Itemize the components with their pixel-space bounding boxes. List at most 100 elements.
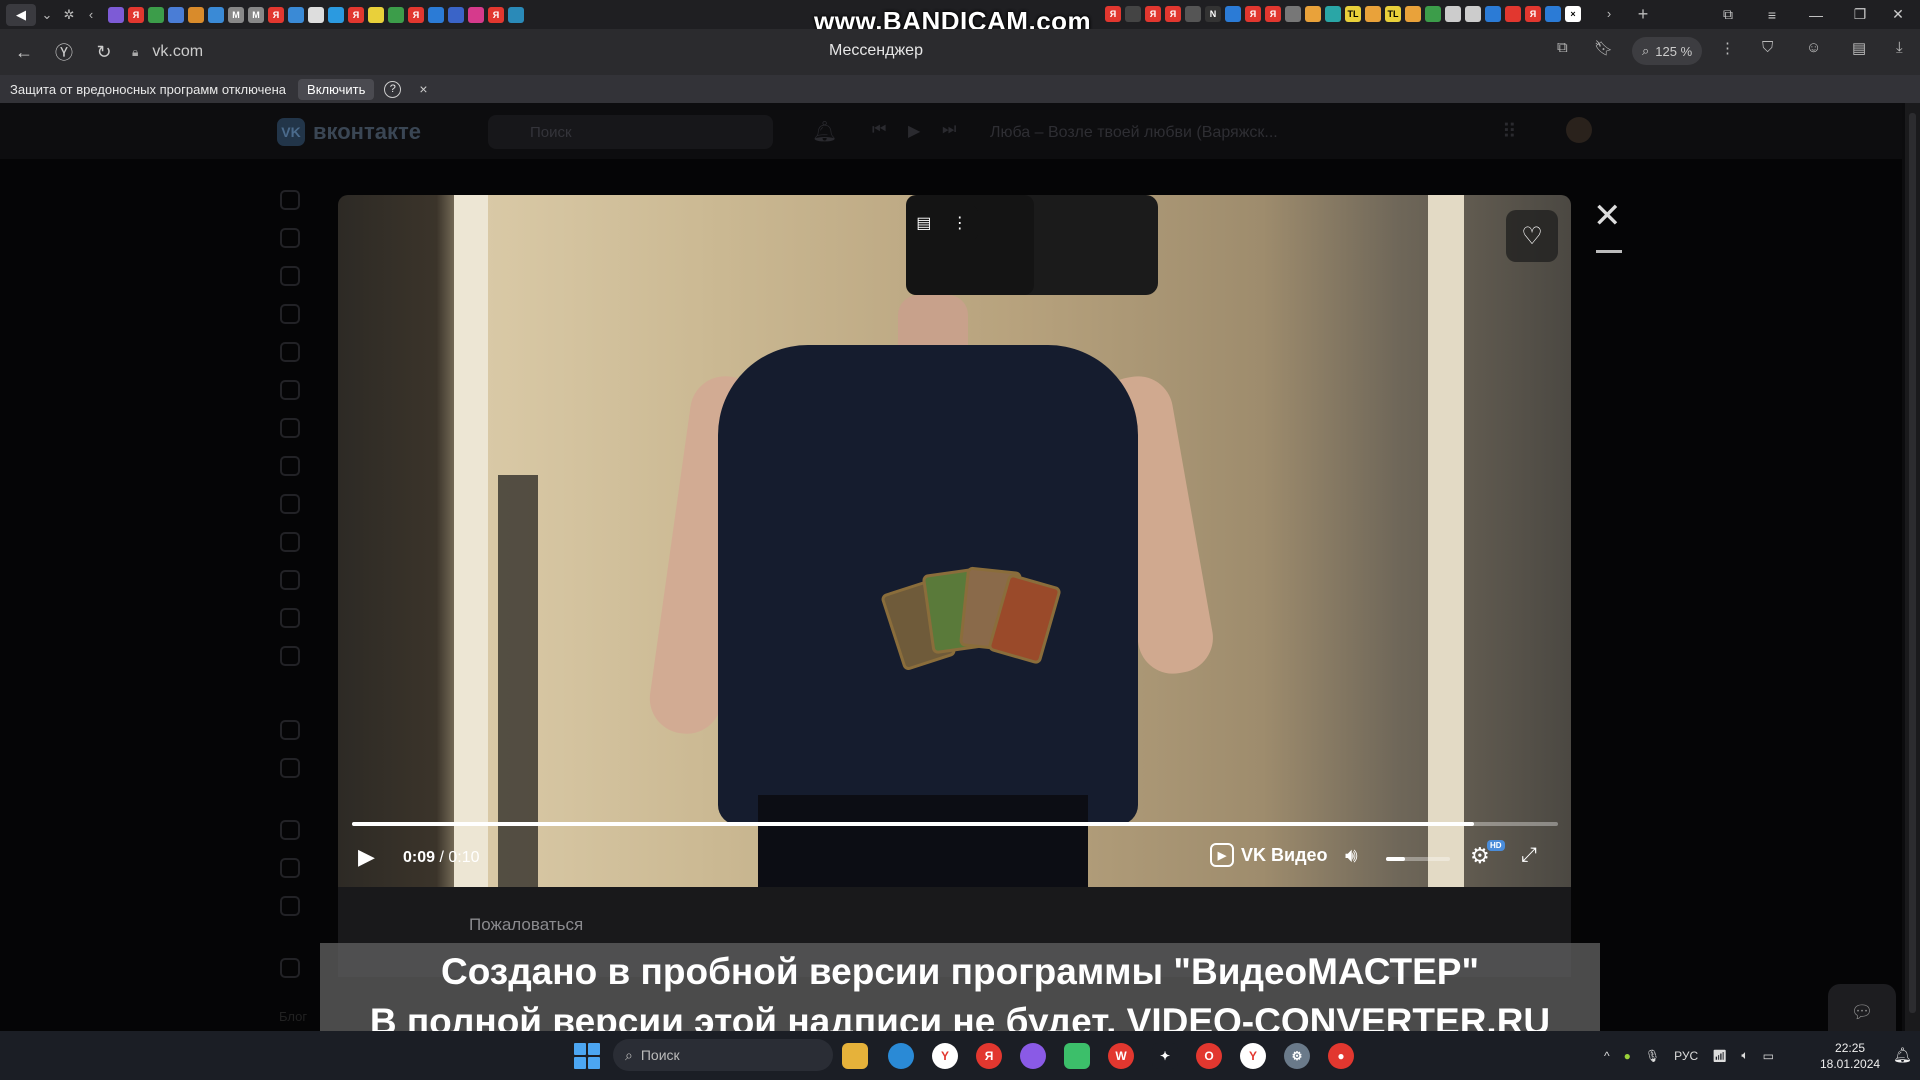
tab-icon[interactable]: Я <box>1105 6 1121 22</box>
tab-icon[interactable] <box>168 6 184 23</box>
windows-start-icon[interactable] <box>574 1043 600 1069</box>
yandex-browser-active-icon[interactable]: Y <box>1240 1043 1266 1069</box>
tab-icon[interactable]: Я <box>128 6 144 23</box>
tab-icon[interactable]: Я <box>488 6 504 23</box>
play-track-icon[interactable]: ▶ <box>908 121 920 141</box>
tab-icon[interactable] <box>1485 6 1501 22</box>
yandex-icon[interactable]: Я <box>976 1043 1002 1069</box>
tab-icon[interactable] <box>308 6 324 23</box>
tab-icon[interactable] <box>148 6 164 23</box>
tab-icon[interactable] <box>108 6 124 23</box>
tab-icon[interactable] <box>1225 6 1241 22</box>
download-icon[interactable]: ⤓ <box>1896 39 1903 56</box>
tab-icon[interactable] <box>388 6 404 23</box>
wifi-icon[interactable]: 📶︎ <box>1712 1049 1727 1063</box>
microphone-icon[interactable]: 🎙︎ <box>1645 1049 1660 1063</box>
play-icon[interactable]: ▶ <box>358 844 375 870</box>
close-modal-icon[interactable]: ✕ <box>1593 196 1622 236</box>
enable-protection-button[interactable]: Включить <box>298 78 375 100</box>
figma-icon[interactable]: ✦ <box>1152 1043 1178 1069</box>
tab-icon[interactable]: N <box>1205 6 1221 22</box>
volume-icon[interactable]: 🔊︎ <box>1345 845 1358 868</box>
zoom-indicator[interactable]: ⌕ 125 % <box>1632 37 1703 65</box>
tabs-scroll-left-icon[interactable]: ‹ <box>80 7 102 22</box>
next-track-icon[interactable]: ⏭ <box>942 121 956 139</box>
active-tab-icon[interactable] <box>1545 6 1561 22</box>
fullscreen-icon[interactable]: ⤢ <box>1521 844 1537 867</box>
subtitles-icon[interactable]: ▤ <box>916 213 931 233</box>
help-icon[interactable]: ? <box>384 80 402 98</box>
tab-icon[interactable]: M <box>248 6 264 23</box>
tab-icon[interactable]: Я <box>1245 6 1261 22</box>
new-tab-icon[interactable]: + <box>1632 4 1654 25</box>
language-indicator[interactable]: РУС <box>1674 1049 1698 1063</box>
openai-icon[interactable]: ✲ <box>58 7 80 23</box>
tray-app-icon[interactable]: ● <box>1624 1049 1631 1063</box>
vk-video-link[interactable]: ▶ VK Видео <box>1210 843 1328 867</box>
avatar-extension-icon[interactable]: ☺ <box>1806 39 1821 56</box>
minimize-icon[interactable]: — <box>1794 0 1838 29</box>
page-scrollbar[interactable] <box>1905 103 1920 1031</box>
notification-bell-icon[interactable]: 🔔︎ <box>1893 1046 1912 1064</box>
tab-icon[interactable] <box>448 6 464 23</box>
tab-icon[interactable] <box>1505 6 1521 22</box>
tab-icon[interactable] <box>468 6 484 23</box>
bookmark-icon[interactable]: 🔖︎ <box>1594 39 1613 57</box>
tab-icon[interactable]: Я <box>1265 6 1281 22</box>
share-icon[interactable]: ⧉ <box>1557 39 1568 56</box>
tab-icon[interactable]: M <box>228 6 244 23</box>
tab-icon[interactable] <box>1305 6 1321 22</box>
progress-bar[interactable] <box>352 822 1558 826</box>
tab-icon[interactable] <box>1445 6 1461 22</box>
more-vertical-icon[interactable]: ⋮ <box>952 213 968 233</box>
close-window-icon[interactable]: ✕ <box>1876 0 1920 29</box>
taskbar-search-input[interactable]: ⌕ Поиск <box>613 1039 833 1071</box>
tab-icon[interactable]: Я <box>348 6 364 23</box>
apps-grid-icon[interactable]: ⠿ <box>1502 119 1517 144</box>
minimize-modal-icon[interactable] <box>1596 250 1622 253</box>
tab-icon[interactable] <box>1285 6 1301 22</box>
tab-icon[interactable]: Я <box>408 6 424 23</box>
now-playing[interactable]: Люба – Возле твоей любви (Варяжск... <box>990 124 1278 142</box>
close-icon[interactable]: × <box>419 81 427 97</box>
speaker-tray-icon[interactable]: 🔈︎ <box>1741 1048 1748 1063</box>
battery-icon[interactable]: ▭ <box>1763 1049 1774 1063</box>
tab-icon[interactable] <box>428 6 444 23</box>
tab-icon[interactable] <box>1365 6 1381 22</box>
like-button[interactable]: ♡ <box>1506 210 1558 262</box>
video-frame[interactable]: ▤ ⋮ ♡ ▶ 0:09 / 0:10 ▶ VK Видео 🔊︎ ⚙ HD ⤢ <box>338 195 1571 887</box>
tab-icon[interactable] <box>368 6 384 23</box>
edge-icon[interactable] <box>888 1043 914 1069</box>
clock[interactable]: 22:25 18.01.2024 <box>1820 1040 1880 1072</box>
complain-link[interactable]: Пожаловаться <box>469 915 583 935</box>
menu-icon[interactable]: ≡ <box>1750 0 1794 29</box>
bandicam-icon[interactable]: ● <box>1328 1043 1354 1069</box>
shield-extension-icon[interactable]: ⛉ <box>1762 39 1773 56</box>
more-vertical-icon[interactable]: ⋮ <box>1720 39 1735 57</box>
tray-expand-icon[interactable]: ^ <box>1604 1049 1610 1063</box>
vk-search-input[interactable]: Поиск <box>488 115 773 149</box>
chevron-down-icon[interactable]: ⌄ <box>36 7 58 23</box>
tab-icon[interactable] <box>1185 6 1201 22</box>
opera-icon[interactable]: O <box>1196 1043 1222 1069</box>
wechat-icon[interactable] <box>1064 1043 1090 1069</box>
tab-icon[interactable] <box>1425 6 1441 22</box>
tab-icon[interactable] <box>208 6 224 23</box>
settings-app-icon[interactable]: ⚙ <box>1284 1043 1310 1069</box>
tab-icon[interactable] <box>288 6 304 23</box>
tab-icon[interactable] <box>1405 6 1421 22</box>
blog-link[interactable]: Блог <box>279 1009 307 1024</box>
collections-icon[interactable]: ▤ <box>1852 39 1866 57</box>
tab-icon[interactable]: Я <box>1525 6 1541 22</box>
previous-track-icon[interactable]: ⏮ <box>872 121 886 139</box>
tab-icon[interactable]: TL <box>1385 6 1401 22</box>
tab-manager-icon[interactable]: ⧉ <box>1706 0 1750 29</box>
avatar[interactable] <box>1566 117 1592 143</box>
tabs-scroll-right-icon[interactable]: › <box>1598 6 1620 21</box>
volume-slider[interactable] <box>1386 857 1450 861</box>
tab-icon[interactable]: TL <box>1345 6 1361 22</box>
tab-icon[interactable] <box>1125 6 1141 22</box>
wps-icon[interactable]: W <box>1108 1043 1134 1069</box>
scroll-thumb[interactable] <box>1909 113 1916 1013</box>
file-explorer-icon[interactable] <box>842 1043 868 1069</box>
